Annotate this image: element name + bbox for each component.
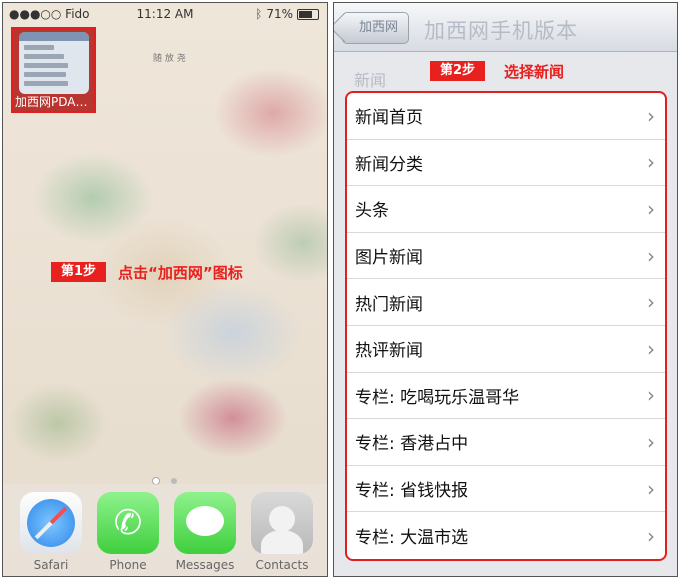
list-item-label: 专栏: 香港占中 xyxy=(355,434,469,455)
chevron-right-icon: › xyxy=(647,476,655,501)
dock-label-safari: Safari xyxy=(33,558,69,572)
jiaxi-app-icon[interactable]: 加西网PDA… xyxy=(11,27,96,113)
list-item[interactable]: 专栏: 省钱快报 › xyxy=(347,466,665,513)
chevron-right-icon: › xyxy=(647,383,655,408)
list-item[interactable]: 图片新闻 › xyxy=(347,233,665,280)
list-item-label: 热评新闻 xyxy=(355,341,423,362)
contacts-icon xyxy=(251,492,313,554)
chevron-right-icon: › xyxy=(647,150,655,175)
bluetooth-icon: ᛒ xyxy=(255,7,263,21)
list-item[interactable]: 专栏: 吃喝玩乐温哥华 › xyxy=(347,373,665,420)
safari-icon xyxy=(20,492,82,554)
chevron-right-icon: › xyxy=(647,243,655,268)
list-item[interactable]: 新闻分类 › xyxy=(347,140,665,187)
dock-app-safari[interactable]: Safari xyxy=(20,492,82,572)
step1-instruction: 点击“加西网”图标 xyxy=(118,264,243,282)
chevron-right-icon: › xyxy=(647,523,655,548)
chevron-right-icon: › xyxy=(647,196,655,221)
battery-percent: 71% xyxy=(266,7,293,21)
chevron-right-icon: › xyxy=(647,290,655,315)
dock: Safari ✆ Phone Messages Contacts xyxy=(3,484,327,576)
dock-label-messages: Messages xyxy=(175,558,235,572)
battery-icon xyxy=(297,8,319,20)
chevron-right-icon: › xyxy=(647,103,655,128)
list-item[interactable]: 新闻首页 › xyxy=(347,93,665,140)
list-item-label: 新闻首页 xyxy=(355,108,423,129)
dock-app-messages[interactable]: Messages xyxy=(174,492,236,572)
home-screen-panel: ●●●○○ Fido 11:12 AM ᛒ 71% 加西网PDA… 随 放 尧 … xyxy=(2,2,328,577)
app-news-panel: 加西网 加西网手机版本 新闻 第2步 选择新闻 新闻首页 › 新闻分类 › 头条 › … xyxy=(333,2,678,577)
news-menu-list: 新闻首页 › 新闻分类 › 头条 › 图片新闻 › 热门新闻 › 热评新闻 › 专栏: 吃喝… xyxy=(345,91,667,561)
watermark-text: 随 放 尧 xyxy=(153,54,186,64)
list-item-label: 专栏: 省钱快报 xyxy=(355,481,469,502)
step1-badge: 第1步 xyxy=(51,262,107,282)
battery-status: ᛒ 71% xyxy=(255,7,319,21)
chevron-right-icon: › xyxy=(647,429,655,454)
section-label-news: 新闻 xyxy=(354,71,387,90)
list-item-label: 图片新闻 xyxy=(355,248,423,269)
step2-instruction: 选择新闻 xyxy=(504,63,565,81)
list-item[interactable]: 专栏: 大温市选 › xyxy=(347,512,665,559)
nav-bar: 加西网 加西网手机版本 xyxy=(334,3,677,52)
list-item[interactable]: 热评新闻 › xyxy=(347,326,665,373)
list-item-label: 热门新闻 xyxy=(355,294,423,315)
dock-app-phone[interactable]: ✆ Phone xyxy=(97,492,159,572)
list-item[interactable]: 头条 › xyxy=(347,186,665,233)
list-item[interactable]: 热门新闻 › xyxy=(347,279,665,326)
chevron-right-icon: › xyxy=(647,336,655,361)
list-item[interactable]: 专栏: 香港占中 › xyxy=(347,419,665,466)
page-title: 加西网手机版本 xyxy=(424,19,578,43)
dock-label-contacts: Contacts xyxy=(255,558,309,572)
app-thumbnail xyxy=(19,32,89,94)
phone-icon: ✆ xyxy=(97,492,159,554)
list-item-label: 新闻分类 xyxy=(355,154,423,175)
step2-badge: 第2步 xyxy=(430,61,486,81)
status-bar: ●●●○○ Fido 11:12 AM ᛒ 71% xyxy=(3,3,327,25)
list-item-label: 专栏: 吃喝玩乐温哥华 xyxy=(355,387,520,408)
dock-app-contacts[interactable]: Contacts xyxy=(251,492,313,572)
messages-icon xyxy=(174,492,236,554)
app-label: 加西网PDA… xyxy=(15,95,88,109)
back-button[interactable]: 加西网 xyxy=(342,12,410,44)
dock-label-phone: Phone xyxy=(109,558,147,572)
list-item-label: 头条 xyxy=(355,201,389,222)
list-item-label: 专栏: 大温市选 xyxy=(355,528,469,549)
